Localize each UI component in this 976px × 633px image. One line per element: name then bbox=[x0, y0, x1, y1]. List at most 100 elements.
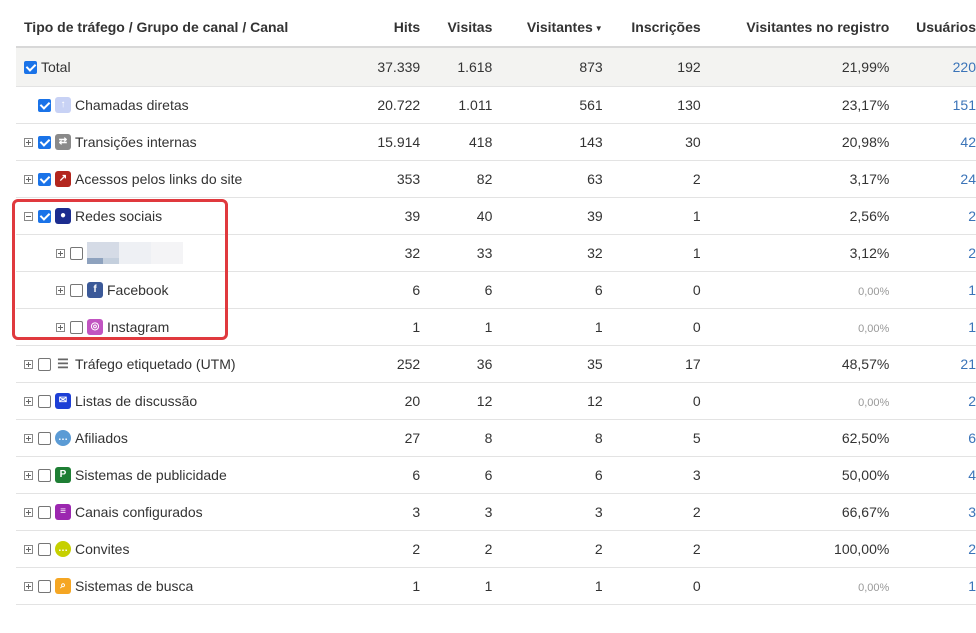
usuarios-link[interactable]: 42 bbox=[960, 134, 976, 150]
cell-registro: 50,00% bbox=[700, 456, 890, 494]
usuarios-link[interactable]: 6 bbox=[968, 430, 976, 446]
cell-inscricoes: 0 bbox=[602, 271, 701, 309]
usuarios-link[interactable]: 151 bbox=[953, 97, 976, 113]
usuarios-link[interactable]: 2 bbox=[968, 393, 976, 409]
col-header-registro[interactable]: Visitantes no registro bbox=[700, 8, 890, 48]
cell-usuarios: 42 bbox=[889, 123, 976, 161]
cell-registro: 48,57% bbox=[700, 345, 890, 383]
usuarios-link[interactable]: 24 bbox=[960, 171, 976, 187]
cell-usuarios: 1 bbox=[889, 271, 976, 309]
row-label: Sistemas de publicidade bbox=[75, 467, 227, 483]
cell-registro: 0,00% bbox=[700, 382, 890, 420]
expand-icon[interactable] bbox=[24, 507, 33, 517]
expand-icon[interactable] bbox=[24, 396, 33, 406]
checkbox-busca[interactable] bbox=[38, 579, 51, 593]
cell-registro: 0,00% bbox=[700, 271, 890, 309]
cell-inscricoes: 30 bbox=[602, 123, 701, 161]
checkbox-chamadas[interactable] bbox=[38, 98, 51, 112]
usuarios-link[interactable]: 1 bbox=[968, 578, 976, 594]
checkbox-afiliados[interactable] bbox=[38, 431, 51, 445]
checkbox-configurados[interactable] bbox=[38, 505, 51, 519]
checkbox-acessos[interactable] bbox=[38, 172, 51, 186]
checkbox-instagram[interactable] bbox=[70, 320, 83, 334]
row-label: Total bbox=[41, 59, 71, 75]
cell-visitas: 1 bbox=[420, 308, 493, 346]
usuarios-link[interactable]: 21 bbox=[960, 356, 976, 372]
usuarios-link[interactable]: 3 bbox=[968, 504, 976, 520]
usuarios-link[interactable]: 2 bbox=[968, 541, 976, 557]
row-label: Tráfego etiquetado (UTM) bbox=[75, 356, 236, 372]
expand-icon[interactable] bbox=[24, 359, 33, 369]
checkbox-total[interactable] bbox=[24, 60, 37, 74]
cell-registro: 66,67% bbox=[700, 493, 890, 531]
table-row-sistemas-busca: ⌕ Sistemas de busca 1 1 1 0 0,00% 1 bbox=[16, 567, 976, 605]
cell-visitas: 8 bbox=[420, 419, 493, 457]
cell-visitantes: 8 bbox=[492, 419, 603, 457]
cell-visitas: 82 bbox=[420, 160, 493, 198]
cell-visitas: 1.618 bbox=[420, 47, 493, 87]
checkbox-utm[interactable] bbox=[38, 357, 51, 371]
cell-hits: 15.914 bbox=[366, 123, 421, 161]
table-row-facebook: f Facebook 6 6 6 0 0,00% 1 bbox=[16, 271, 976, 309]
checkbox-facebook[interactable] bbox=[70, 283, 83, 297]
expand-icon[interactable] bbox=[24, 174, 33, 184]
expand-icon[interactable] bbox=[24, 544, 33, 554]
cell-visitas: 1.011 bbox=[420, 86, 493, 124]
checkbox-publicidade[interactable] bbox=[38, 468, 51, 482]
cell-registro: 2,56% bbox=[700, 197, 890, 235]
cell-visitas: 6 bbox=[420, 271, 493, 309]
cell-usuarios: 3 bbox=[889, 493, 976, 531]
col-header-visitas[interactable]: Visitas bbox=[420, 8, 493, 48]
table-row-total: Total 37.339 1.618 873 192 21,99% 220 bbox=[16, 47, 976, 87]
collapse-icon[interactable] bbox=[24, 211, 33, 221]
checkbox-listas[interactable] bbox=[38, 394, 51, 408]
checkbox-convites[interactable] bbox=[38, 542, 51, 556]
envelope-icon: ✉ bbox=[55, 393, 71, 409]
cell-usuarios: 2 bbox=[889, 234, 976, 272]
cell-visitas: 3 bbox=[420, 493, 493, 531]
table-row-redes-sociais: ● Redes sociais 39 40 39 1 2,56% 2 bbox=[16, 197, 976, 235]
cell-visitantes: 873 bbox=[492, 47, 603, 87]
cell-registro: 0,00% bbox=[700, 308, 890, 346]
expand-icon[interactable] bbox=[24, 581, 33, 591]
cell-inscricoes: 2 bbox=[602, 160, 701, 198]
col-header-name[interactable]: Tipo de tráfego / Grupo de canal / Canal bbox=[16, 8, 367, 48]
checkbox-redes[interactable] bbox=[38, 209, 51, 223]
col-header-usuarios[interactable]: Usuários bbox=[889, 8, 976, 48]
cell-inscricoes: 1 bbox=[602, 197, 701, 235]
registro-value: 0,00% bbox=[858, 323, 890, 335]
usuarios-link[interactable]: 1 bbox=[968, 282, 976, 298]
expand-icon[interactable] bbox=[56, 248, 65, 258]
cell-hits: 27 bbox=[366, 419, 421, 457]
usuarios-link[interactable]: 4 bbox=[968, 467, 976, 483]
cell-visitas: 6 bbox=[420, 456, 493, 494]
expand-icon[interactable] bbox=[24, 470, 33, 480]
checkbox-transicoes[interactable] bbox=[38, 135, 51, 149]
cell-inscricoes: 2 bbox=[602, 530, 701, 568]
col-header-inscricoes[interactable]: Inscrições bbox=[602, 8, 701, 48]
table-row-instagram: ◎ Instagram 1 1 1 0 0,00% 1 bbox=[16, 308, 976, 346]
expand-icon[interactable] bbox=[56, 322, 65, 332]
col-header-hits[interactable]: Hits bbox=[366, 8, 421, 48]
cell-hits: 353 bbox=[366, 160, 421, 198]
row-label: Canais configurados bbox=[75, 504, 203, 520]
usuarios-link[interactable]: 220 bbox=[953, 59, 976, 75]
checkbox-blurred[interactable] bbox=[70, 246, 83, 260]
expand-icon[interactable] bbox=[24, 137, 33, 147]
expand-icon[interactable] bbox=[56, 285, 65, 295]
cell-visitas: 1 bbox=[420, 567, 493, 605]
col-header-visitantes[interactable]: Visitantes ▼ bbox=[492, 8, 603, 48]
cell-usuarios: 2 bbox=[889, 382, 976, 420]
cell-inscricoes: 0 bbox=[602, 382, 701, 420]
expand-icon[interactable] bbox=[24, 433, 33, 443]
cell-registro: 0,00% bbox=[700, 567, 890, 605]
row-label: Redes sociais bbox=[75, 208, 163, 224]
usuarios-link[interactable]: 2 bbox=[968, 245, 976, 261]
advertising-p-icon: P bbox=[55, 467, 71, 483]
col-header-visitantes-label: Visitantes bbox=[526, 19, 593, 35]
usuarios-link[interactable]: 2 bbox=[968, 208, 976, 224]
cell-hits: 2 bbox=[366, 530, 421, 568]
cell-registro: 21,99% bbox=[700, 47, 890, 87]
table-row-utm: ☰ Tráfego etiquetado (UTM) 252 36 35 17 … bbox=[16, 345, 976, 383]
usuarios-link[interactable]: 1 bbox=[968, 319, 976, 335]
